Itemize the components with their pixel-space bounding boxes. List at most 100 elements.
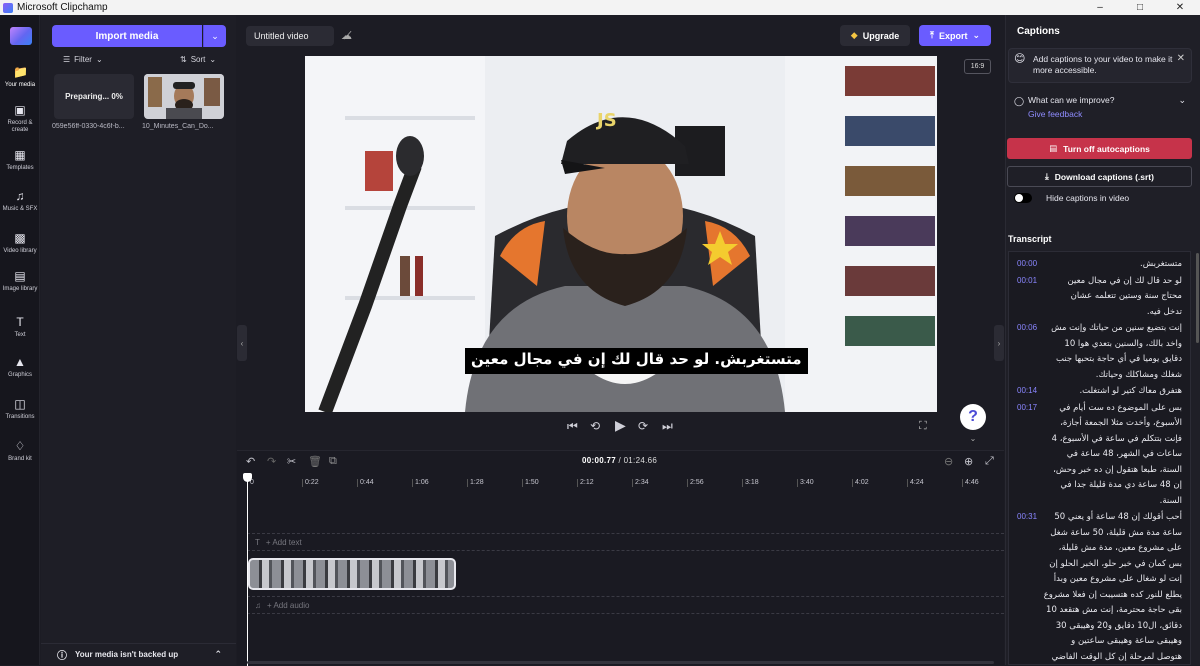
film-icon: ▩ (14, 231, 26, 245)
captions-off-icon: ▤ (1049, 143, 1058, 153)
media-item-name: 059e56ff-0330-4c6f-b... (52, 123, 125, 130)
transcript-segment[interactable]: 00:00 متستغربش. (1013, 257, 1186, 273)
fullscreen-icon[interactable]: ⛶ (919, 420, 927, 433)
segment-text-line: يطلع للنور كده هتسيبت إن فعلا مشروع (1043, 589, 1182, 600)
transcript-list[interactable]: 00:00 متستغربش. 00:01 لو حد قال لك إن في مج… (1008, 251, 1191, 665)
video-preview[interactable]: JS متستغربش. لو حد قال لك إن في مجال معي… (305, 56, 937, 412)
segment-timestamp[interactable]: 00:01 (1017, 276, 1037, 285)
filter-button[interactable]: ☰ Filter ⌄ (63, 55, 103, 64)
segment-text-line: دقايق يوميا في أي حاجة بتحبها جنب (1055, 354, 1182, 364)
playhead[interactable] (243, 473, 252, 666)
copy-icon[interactable]: ⧉ (329, 455, 337, 468)
media-item-video[interactable] (144, 74, 224, 119)
text-icon: T (255, 537, 260, 547)
fit-timeline-icon[interactable]: ⤢ (985, 455, 994, 468)
zoom-out-icon[interactable]: ⊖ (944, 455, 953, 468)
turn-off-autocaptions-button[interactable]: ▤ Turn off autocaptions (1007, 138, 1192, 159)
play-icon[interactable]: ▶ (615, 417, 626, 434)
give-feedback-link[interactable]: Give feedback (1028, 109, 1192, 119)
segment-timestamp[interactable]: 00:17 (1017, 403, 1037, 412)
export-button[interactable]: ⤒ Export ⌄ (919, 25, 991, 46)
import-dropdown-button[interactable]: ⌄ (203, 25, 226, 47)
clipchamp-logo (10, 27, 32, 45)
collapse-right-panel-button[interactable]: › (994, 325, 1004, 361)
close-icon[interactable]: ✕ (1160, 0, 1200, 15)
captions-emoji-icon: 😊 (1014, 53, 1026, 65)
ruler-tick: 4:24 (907, 479, 924, 487)
segment-timestamp[interactable]: 00:31 (1017, 512, 1037, 521)
transcript-segment[interactable]: 00:01 لو حد قال لك إن في مجال معين محتاج س… (1013, 274, 1186, 321)
hide-captions-toggle-row[interactable]: Hide captions in video (1014, 193, 1129, 203)
transcript-segment[interactable]: 00:31 أحب أقولك إن 48 ساعة أو يعني 50 ساعة… (1013, 510, 1186, 664)
audio-track[interactable]: ♫ + Add audio (247, 596, 1004, 614)
chevron-down-icon[interactable]: ⌄ (963, 434, 983, 446)
redo-icon[interactable]: ↷ (267, 455, 276, 468)
window-title-bar: Microsoft Clipchamp – □ ✕ (0, 0, 1200, 15)
segment-text-line: محتاج سنة وستين تتعلمه عشان (1070, 291, 1182, 301)
timeline-scrollbar[interactable] (247, 661, 994, 664)
rail-item-image-library[interactable]: ▤ Image library (0, 269, 40, 293)
shapes-icon: ▲ (14, 355, 26, 369)
ruler-tick: 3:18 (742, 479, 759, 487)
transcript-segment[interactable]: 00:17 بس على الموضوع ده ست أيام في الأسبوع… (1013, 401, 1186, 510)
video-clip[interactable] (248, 558, 456, 590)
transcript-segment[interactable]: 00:14 هتفرق معاك كتير لو اشتغلت. (1013, 384, 1186, 400)
rewind-5s-icon[interactable]: ⟲ (590, 419, 600, 433)
segment-text-line: بس على الموضوع ده ست أيام في (1059, 402, 1182, 413)
transcript-segment[interactable]: 00:06 إنت بتضيع سنين من حياتك وإنت مش واخد… (1013, 321, 1186, 383)
chevron-down-icon[interactable]: ⌄ (1178, 95, 1186, 106)
skip-forward-icon[interactable]: ⏭ (662, 419, 673, 434)
media-item-preparing[interactable]: Preparing... 0% (54, 74, 134, 119)
rail-item-record-create[interactable]: ▣ Record & create (0, 103, 40, 134)
media-panel: Import media ⌄ ☰ Filter ⌄ ⇅ Sort ⌄ Prepa… (41, 15, 236, 665)
aspect-ratio-button[interactable]: 16:9 (964, 59, 991, 74)
segment-timestamp[interactable]: 00:14 (1017, 386, 1037, 395)
segment-text-line: هتفرق معاك كتير لو اشتغلت. (1079, 386, 1182, 396)
rail-item-brand-kit[interactable]: ♢ Brand kit (0, 439, 40, 463)
backup-banner[interactable]: ⓘ Your media isn't backed up ⌃ (41, 643, 236, 665)
forward-5s-icon[interactable]: ⟳ (638, 419, 648, 433)
rail-item-graphics[interactable]: ▲ Graphics (0, 355, 40, 379)
feedback-section[interactable]: ◯ What can we improve? Give feedback ⌄ (1008, 95, 1192, 127)
segment-text-line: إن 48 ساعة دي مدة قليلة جدا في (1060, 480, 1182, 490)
segment-timestamp[interactable]: 00:06 (1017, 323, 1037, 332)
cloud-off-icon[interactable]: ☁̸ (341, 29, 352, 42)
rail-item-video-library[interactable]: ▩ Video library (0, 231, 40, 255)
rail-item-your-media[interactable]: 📁 Your media (0, 65, 40, 89)
editor-area: Untitled video ☁̸ ◆ Upgrade ⤒ Export ⌄ 1… (237, 15, 1004, 666)
timeline-ruler[interactable]: 0 0:22 0:44 1:06 1:28 1:50 2:12 2:34 2:5… (247, 479, 1004, 493)
download-icon: ⤓ (1045, 171, 1049, 181)
rail-item-transitions[interactable]: ◫ Transitions (0, 397, 40, 421)
window-title: Microsoft Clipchamp (17, 2, 108, 13)
close-icon[interactable]: ✕ (1177, 53, 1185, 64)
undo-icon[interactable]: ↶ (246, 455, 255, 468)
project-title-input[interactable]: Untitled video (246, 26, 334, 46)
split-scissors-icon[interactable]: ✂ (287, 455, 296, 468)
transcript-scrollbar[interactable] (1196, 253, 1199, 343)
minimize-icon[interactable]: – (1080, 0, 1120, 15)
segment-text-line: تدخل فيه. (1146, 306, 1182, 317)
help-button[interactable]: ? (960, 404, 986, 430)
chevron-up-icon[interactable]: ⌃ (214, 649, 222, 660)
text-track[interactable]: T + Add text (247, 533, 1004, 551)
import-media-button[interactable]: Import media (52, 25, 202, 47)
segment-timestamp[interactable]: 00:00 (1017, 259, 1037, 268)
collapse-left-panel-button[interactable]: ‹ (237, 325, 247, 361)
skip-back-icon[interactable]: ⏮ (567, 419, 578, 434)
hide-captions-toggle[interactable] (1014, 193, 1032, 203)
filter-icon: ☰ (63, 55, 71, 64)
rail-item-text[interactable]: T Text (0, 315, 40, 339)
delete-icon[interactable]: 🗑 (308, 455, 322, 468)
segment-text-line: بس كمان في خبر حلو، الخبر الحلو إن (1049, 558, 1182, 569)
upgrade-button[interactable]: ◆ Upgrade (840, 25, 910, 46)
segment-text-line: السنة، طبعا هتقول إن ده خبر وحش، (1053, 464, 1182, 475)
zoom-in-icon[interactable]: ⊕ (964, 455, 973, 468)
rail-item-templates[interactable]: ▦ Templates (0, 148, 40, 172)
download-captions-button[interactable]: ⤓ Download captions (.srt) (1007, 166, 1192, 187)
caption-overlay-text[interactable]: متستغربش. لو حد قال لك إن في مجال معين (465, 348, 808, 374)
ruler-tick: 4:46 (962, 479, 979, 487)
sort-button[interactable]: ⇅ Sort ⌄ (180, 55, 216, 64)
segment-text-line: متستغربش. (1140, 259, 1182, 269)
maximize-icon[interactable]: □ (1120, 0, 1160, 15)
rail-item-music-sfx[interactable]: ♫ Music & SFX (0, 189, 40, 213)
